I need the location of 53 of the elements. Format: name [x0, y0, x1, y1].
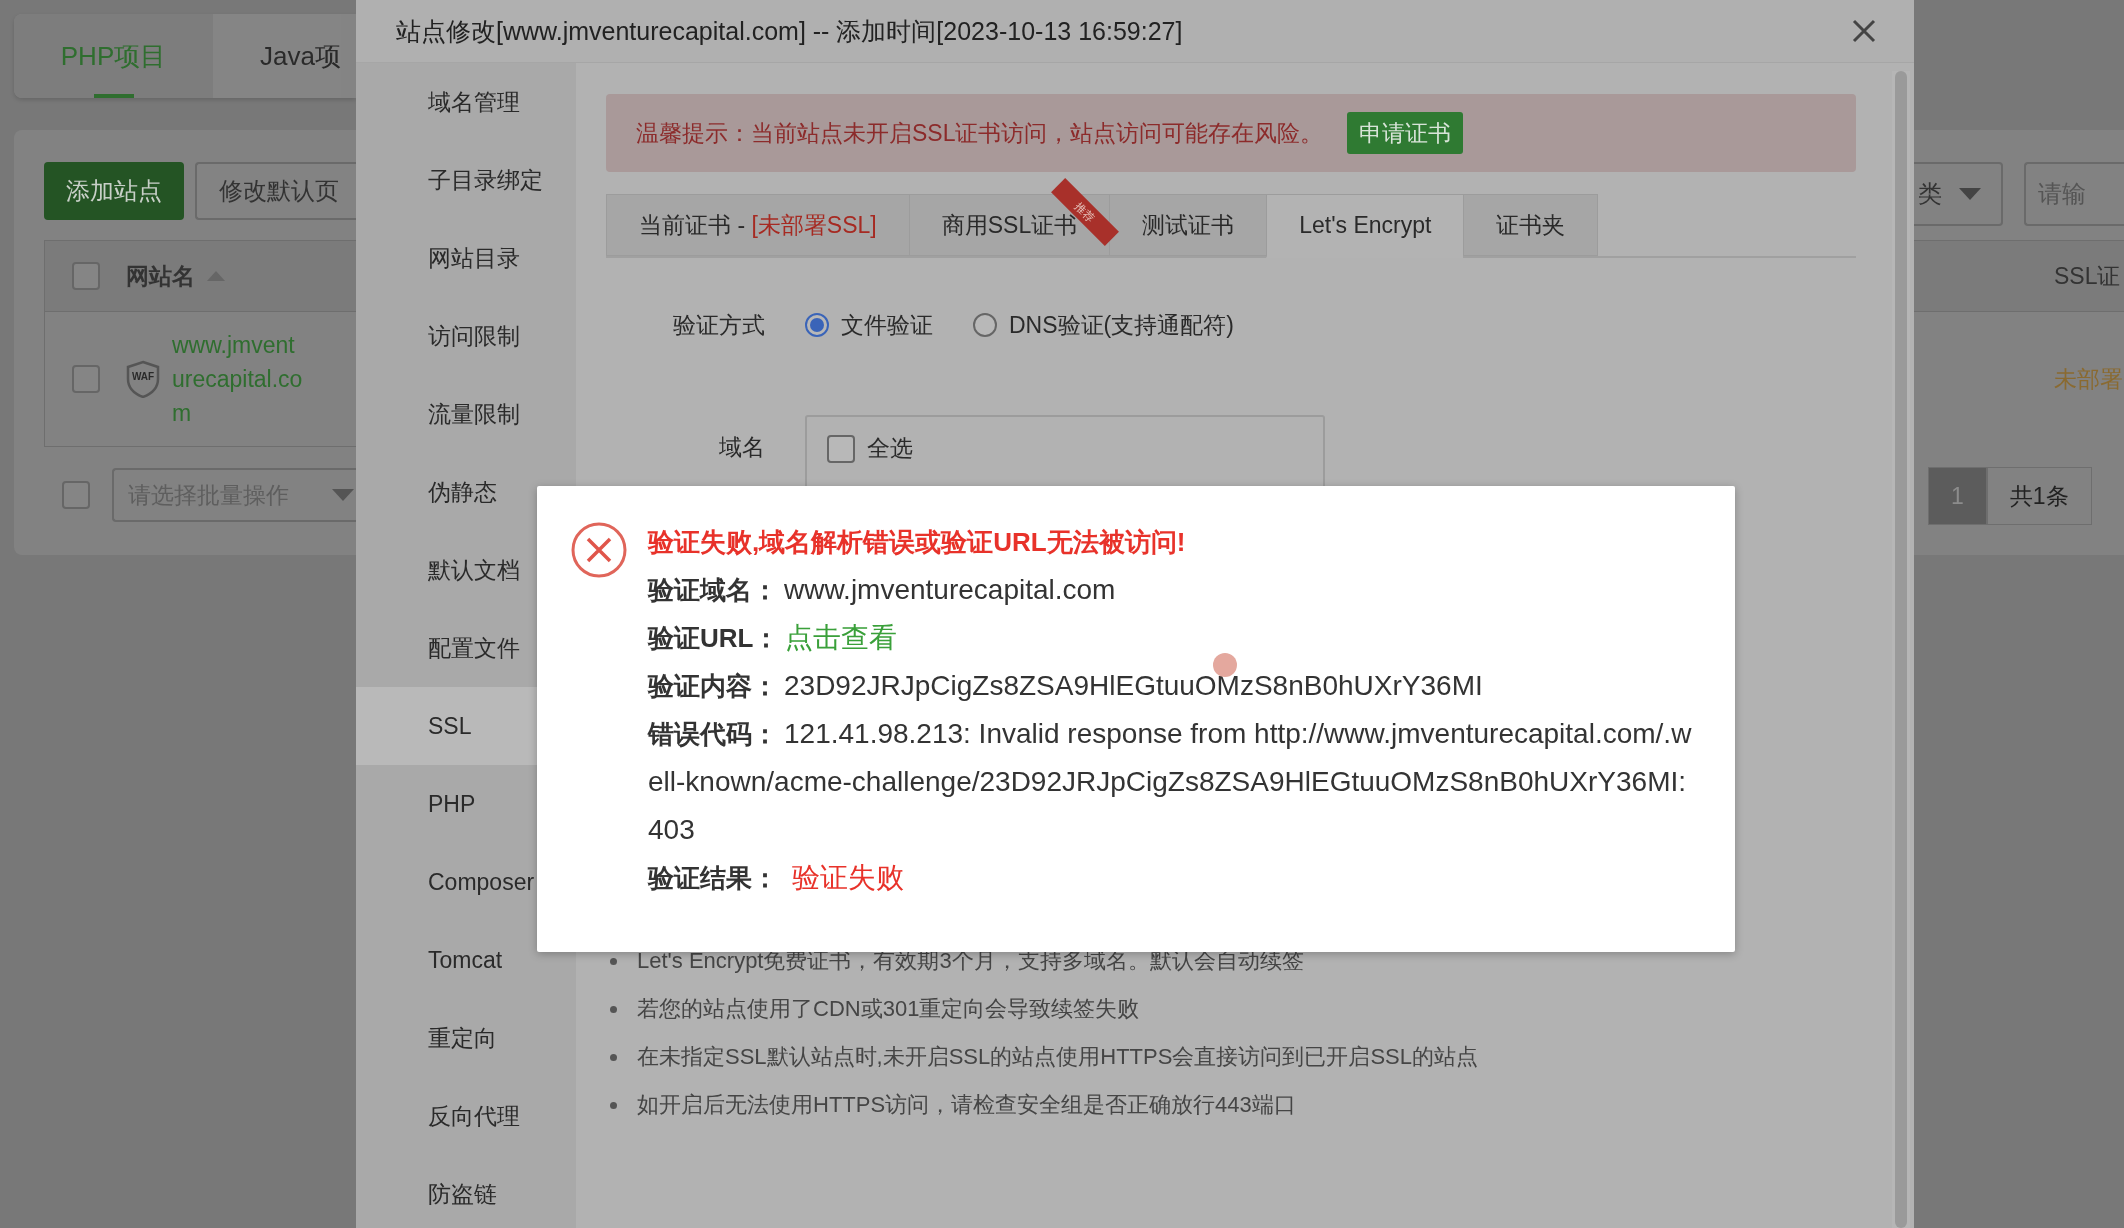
error-title: 验证失败,域名解析错误或验证URL无法被访问!	[648, 526, 1187, 559]
apply-certificate-button[interactable]: 申请证书	[1347, 112, 1464, 154]
certificate-tab[interactable]: Let's Encrypt	[1266, 194, 1464, 258]
sidebar-item[interactable]: 重定向	[356, 999, 576, 1077]
certificate-tab[interactable]: 测试证书	[1109, 194, 1267, 256]
error-code-text: 错误代码： 121.41.98.213: Invalid response from http://www.jmventurecapital.com/.well-known/acme-challenge/23D92JRJpCigZs8ZSA9HlEGtuuOMzS8nB0hUXrY36MI: 403	[648, 717, 1693, 847]
row-checkbox[interactable]	[71, 365, 100, 393]
default-page-button[interactable]: 修改默认页	[195, 162, 356, 220]
column-header: SSL证	[2054, 261, 2121, 291]
field-label: 验证结果：	[648, 863, 778, 893]
result-value: 验证失败	[792, 862, 904, 893]
sidebar-item[interactable]: 反向代理	[356, 1077, 576, 1155]
sidebar-item[interactable]: 子目录绑定	[356, 141, 576, 219]
total-count: 共1条	[1986, 467, 2092, 525]
checkbox-label: 全选	[867, 434, 913, 463]
bullet-icon	[610, 1053, 617, 1061]
radio-option[interactable]: 文件验证	[805, 309, 933, 341]
note-text: 若您的站点使用了CDN或301重定向会导致续签失败	[637, 995, 1140, 1023]
field-label: 域名	[718, 433, 765, 462]
field-label: 验证域名：	[648, 575, 778, 605]
close-icon[interactable]	[1852, 19, 1876, 43]
radio-option[interactable]: DNS验证(支持通配符)	[973, 309, 1234, 341]
field-label: 验证方式	[672, 310, 765, 340]
caret-down-icon	[1959, 188, 1981, 200]
field-value: www.jmventurecapital.com	[784, 574, 1116, 605]
field-value: 23D92JRJpCigZs8ZSA9HlEGtuuOMzS8nB0hUXrY36MI	[784, 670, 1483, 701]
field-label: 验证URL：	[648, 623, 780, 653]
warning-text: 温馨提示：当前站点未开启SSL证书访问，站点访问可能存在风险。	[636, 118, 1324, 148]
sidebar-item[interactable]: 流量限制	[356, 375, 576, 453]
sidebar-item[interactable]: Tomcat	[356, 921, 576, 999]
note-text: 在未指定SSL默认站点时,未开启SSL的站点使用HTTPS会直接访问到已开启SSL的站点	[637, 1043, 1478, 1071]
bullet-icon	[610, 957, 617, 965]
bullet-icon	[610, 1101, 617, 1109]
view-link[interactable]: 点击查看	[785, 622, 898, 653]
error-icon	[569, 520, 629, 580]
bullet-icon	[610, 1005, 617, 1013]
sidebar-item[interactable]: 网站目录	[356, 219, 576, 297]
sidebar-item[interactable]: 访问限制	[356, 297, 576, 375]
sidebar-item[interactable]: 域名管理	[356, 63, 576, 141]
certificate-tab[interactable]: 当前证书 - [未部署SSL]	[606, 194, 909, 256]
add-site-button[interactable]: 添加站点	[44, 162, 184, 220]
certificate-tab[interactable]: 证书夹	[1463, 194, 1599, 256]
dialog-title: 站点修改[www.jmventurecapital.com] -- 添加时间[2023-10-13 16:59:27]	[396, 15, 1183, 47]
waf-badge: WAF	[126, 360, 160, 398]
field-label: 验证内容：	[648, 671, 778, 701]
project-tab[interactable]: Java项	[213, 14, 341, 98]
select-all-checkbox[interactable]	[827, 434, 855, 463]
sidebar-item[interactable]: 防盗链	[356, 1155, 576, 1228]
scrollbar[interactable]	[1892, 71, 1910, 1228]
note-text: 如开启后无法使用HTTPS访问，请检查安全组是否正确放行443端口	[637, 1091, 1296, 1119]
select-all-checkbox[interactable]	[71, 262, 100, 290]
caret-down-icon	[332, 489, 354, 501]
batch-checkbox[interactable]	[62, 481, 90, 509]
